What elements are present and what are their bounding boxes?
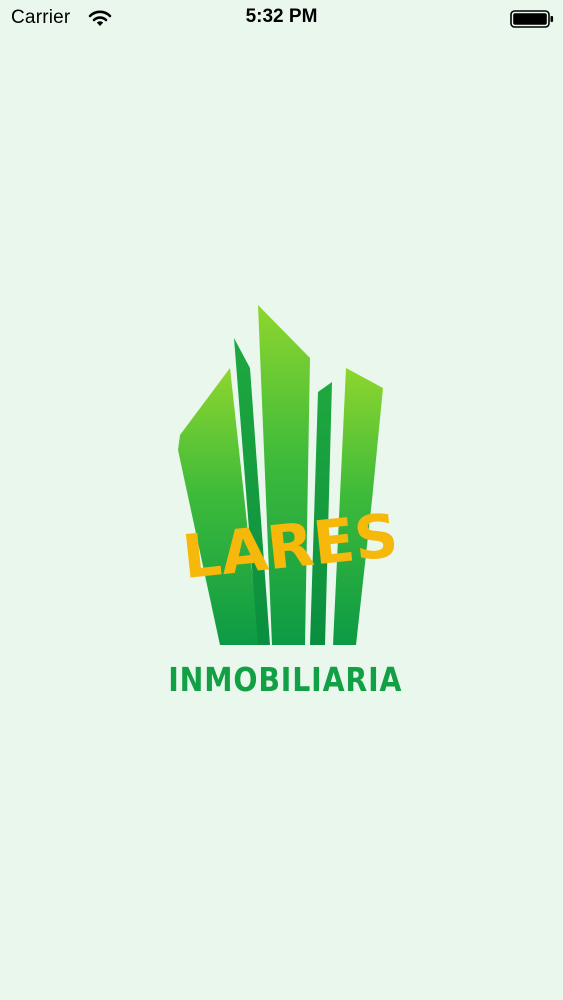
battery-full-icon	[510, 10, 554, 28]
building-logo-graphic: LARES	[178, 305, 401, 645]
lares-logo: LARES INMOBILIARIA	[150, 300, 410, 710]
status-time: 5:32 PM	[245, 6, 318, 27]
status-bar: Carrier 5:32 PM	[0, 0, 563, 40]
brand-subtitle: INMOBILIARIA	[168, 660, 403, 699]
